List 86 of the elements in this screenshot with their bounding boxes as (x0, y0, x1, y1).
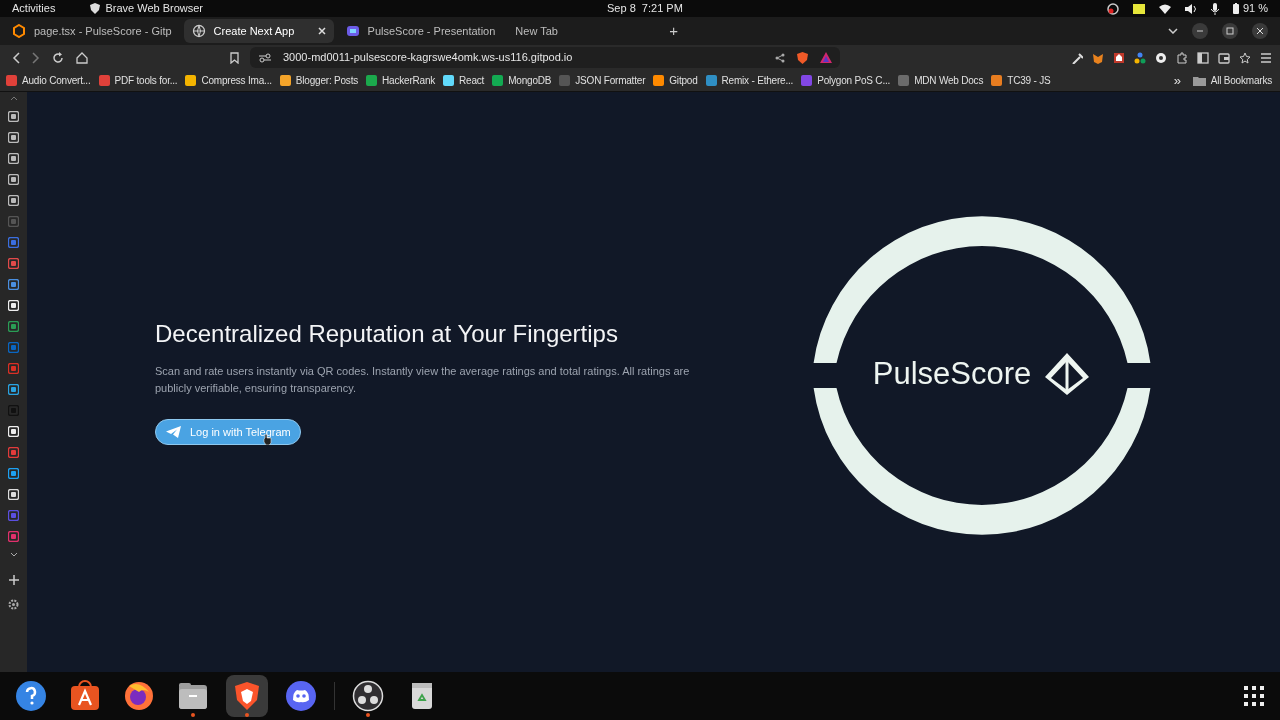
bookmark-link[interactable]: Audio Convert... (4, 73, 93, 88)
bookmark-link[interactable]: Blogger: Posts (277, 73, 361, 88)
clock-text[interactable]: Sep 8 7:21 PM (607, 0, 683, 17)
site-settings-icon[interactable] (259, 52, 271, 63)
bookmark-link[interactable]: JSON Formatter (557, 73, 648, 88)
activities-button[interactable]: Activities (12, 0, 56, 17)
bookmark-link[interactable]: MongoDB (490, 73, 554, 88)
bookmark-link[interactable]: HackerRank (364, 73, 438, 88)
dots-icon[interactable] (1134, 51, 1146, 64)
bookmark-link[interactable]: PDF tools for... (96, 73, 180, 88)
three-circles-icon (352, 680, 384, 712)
wallet-icon[interactable] (1218, 51, 1230, 64)
app-shortcut-icon[interactable] (8, 153, 19, 164)
globe-icon (191, 24, 206, 38)
back-icon[interactable] (12, 51, 20, 64)
app-shortcut-icon[interactable] (8, 132, 19, 143)
app-shortcut-icon[interactable] (8, 384, 19, 395)
minimize-icon[interactable] (1192, 23, 1208, 39)
reload-icon[interactable] (52, 51, 64, 64)
app-shortcut-icon[interactable] (8, 111, 19, 122)
bookmark-link[interactable]: Gitpod (651, 73, 700, 88)
browser-tab[interactable]: Create Next App (183, 19, 334, 43)
house-app-icon[interactable] (1113, 51, 1125, 64)
menu-icon[interactable] (1260, 51, 1272, 64)
app-grid-icon[interactable] (1244, 686, 1264, 706)
browser-tab[interactable]: PulseScore - Presentation (337, 19, 504, 43)
help-icon (15, 680, 47, 712)
chevron-down-icon[interactable] (1168, 28, 1178, 34)
browser-tab[interactable]: page.tsx - PulseScore - Gitp (4, 19, 180, 43)
record-icon[interactable] (1106, 2, 1119, 15)
dock-item[interactable] (226, 675, 268, 717)
note-icon[interactable] (1132, 3, 1145, 14)
microphone-icon[interactable] (1210, 2, 1219, 15)
hero-description: Scan and rate users instantly via QR codes. Instantly view the average ratings and total ratings. All ratings are publicly verifiable, ensuring transparency. (155, 364, 691, 396)
folder-icon (177, 680, 209, 712)
all-bookmarks-button[interactable]: All Bookmarks (1192, 73, 1272, 88)
extensions-icon[interactable] (1176, 51, 1188, 64)
star-icon[interactable] (1239, 51, 1251, 64)
more-bookmarks-button[interactable]: » (1173, 70, 1181, 91)
logo-wordmark: PulseScore (872, 355, 1032, 393)
bookmark-link[interactable]: Compress Ima... (183, 73, 274, 88)
bookmark-link[interactable]: React (441, 73, 487, 88)
battery-icon (1232, 3, 1239, 14)
volume-icon[interactable] (1184, 3, 1197, 14)
fox-planet-icon (123, 680, 155, 712)
bookmark-icon[interactable] (230, 51, 239, 64)
forward-icon[interactable] (32, 51, 40, 64)
close-icon[interactable] (317, 27, 326, 35)
bookmark-link[interactable]: Remix - Ethere... (703, 73, 796, 88)
add-icon[interactable] (8, 575, 19, 585)
fox-icon[interactable] (1092, 51, 1104, 64)
running-indicator (191, 713, 195, 717)
chevron-down-icon[interactable] (9, 552, 18, 557)
lion-shield-icon[interactable] (797, 51, 808, 64)
wifi-icon[interactable] (1158, 3, 1171, 14)
app-shortcut-icon[interactable] (8, 174, 19, 185)
close-window-icon[interactable] (1252, 23, 1268, 39)
paper-plane-icon (166, 426, 181, 438)
slides-icon (345, 24, 360, 38)
triangle-icon[interactable] (820, 52, 832, 63)
bookmark-link[interactable]: TC39 - JS (989, 73, 1053, 88)
eyedropper-icon[interactable] (1071, 51, 1083, 64)
battery-text: 91 % (1242, 1, 1268, 17)
folder-icon (1192, 75, 1206, 86)
running-indicator (245, 713, 249, 717)
hero-heading: Decentralized Reputation at Your Fingertips (155, 319, 619, 349)
bookmark-link[interactable]: MDN Web Docs (896, 73, 986, 88)
circle-icon[interactable] (1155, 51, 1167, 64)
diamond-logo-icon (1043, 351, 1092, 397)
settings-icon[interactable] (8, 599, 19, 610)
browser-tab[interactable]: New Tab (507, 19, 658, 43)
shopping-bag-icon (69, 680, 101, 712)
hexagon-icon (12, 24, 26, 38)
new-tab-button[interactable]: + (669, 19, 679, 43)
app-shortcut-icon[interactable] (8, 468, 19, 479)
app-name[interactable]: Brave Web Browser (105, 0, 203, 17)
maximize-icon[interactable] (1222, 23, 1238, 39)
shield-icon (90, 3, 101, 14)
running-indicator (366, 713, 370, 717)
app-shortcut-icon[interactable] (8, 195, 19, 206)
game-controller-icon (285, 680, 317, 712)
share-icon[interactable] (775, 52, 785, 63)
chevron-up-icon[interactable] (9, 96, 18, 101)
bookmark-link[interactable]: Polygon PoS C... (799, 73, 893, 88)
home-icon[interactable] (76, 51, 88, 64)
sidebar-icon[interactable] (1197, 51, 1209, 64)
